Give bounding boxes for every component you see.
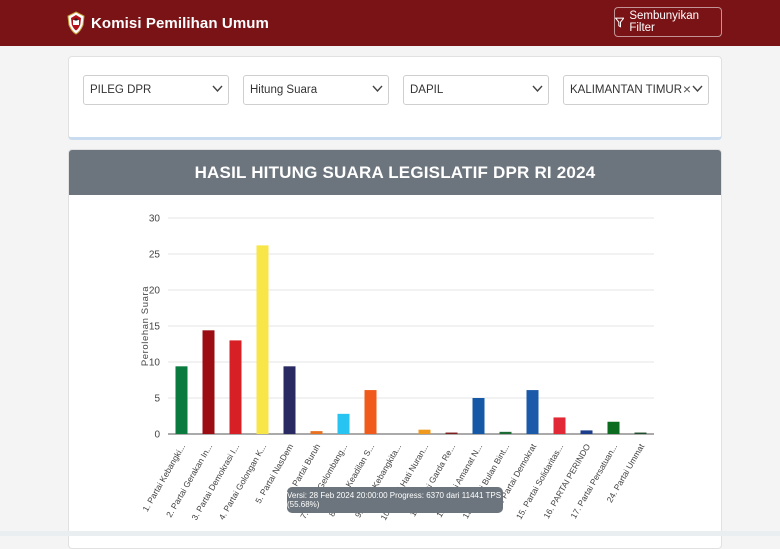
- election-type-value: PILEG DPR: [90, 84, 152, 96]
- region-level-value: DAPIL: [410, 84, 444, 96]
- chevron-down-icon: [212, 85, 223, 93]
- region-select[interactable]: KALIMANTAN TIMUR ×: [563, 75, 709, 105]
- bar: [337, 413, 350, 434]
- bar: [229, 340, 242, 434]
- bar: [526, 390, 539, 434]
- bar: [256, 245, 269, 434]
- chevron-down-icon: [692, 85, 703, 93]
- bar: [283, 366, 296, 434]
- bar: [175, 366, 188, 434]
- progress-tooltip: Versi: 28 Feb 2024 20:00:00 Progress: 63…: [287, 487, 503, 513]
- brand-name: Komisi Pemilihan Umum: [91, 14, 269, 32]
- mode-select[interactable]: Hitung Suara: [243, 75, 389, 105]
- brand[interactable]: Komisi Pemilihan Umum: [66, 11, 269, 35]
- x-tick-label: 15. Partai Solidaritas...: [514, 442, 565, 521]
- filter-panel: PILEG DPR Hitung Suara DAPIL KALIMANTAN …: [68, 56, 722, 140]
- bar: [418, 429, 431, 434]
- x-tick-label: 4. Partai Golongan K...: [217, 442, 269, 521]
- page-bottom-strip: [0, 531, 780, 536]
- y-tick-label: 30: [149, 214, 161, 225]
- bar: [499, 431, 512, 434]
- filter-icon: [615, 17, 625, 28]
- bar: [310, 431, 323, 434]
- bar: [472, 398, 485, 434]
- hide-filter-button[interactable]: Sembunyikan Filter: [614, 7, 722, 37]
- bar: [634, 432, 647, 434]
- mode-value: Hitung Suara: [250, 84, 318, 96]
- election-type-select[interactable]: PILEG DPR: [83, 75, 229, 105]
- bar: [607, 421, 620, 434]
- bar: [553, 417, 566, 434]
- kpu-logo-icon: [67, 11, 85, 35]
- region-level-select[interactable]: DAPIL: [403, 75, 549, 105]
- y-tick-label: 5: [154, 394, 160, 405]
- y-tick-label: 25: [149, 250, 161, 261]
- chevron-down-icon: [372, 85, 383, 93]
- y-axis-label: Perolehan Suara: [140, 286, 151, 366]
- bar: [445, 432, 458, 434]
- top-navbar: Komisi Pemilihan Umum Sembunyikan Filter: [0, 0, 780, 46]
- bar: [580, 430, 593, 434]
- chevron-down-icon: [532, 85, 543, 93]
- bar: [202, 330, 215, 434]
- region-value: KALIMANTAN TIMUR: [570, 84, 683, 96]
- y-tick-label: 0: [154, 430, 160, 441]
- x-tick-label: 3. Partai Demokrasi I...: [189, 442, 241, 522]
- bar: [364, 390, 377, 434]
- hide-filter-label: Sembunyikan Filter: [629, 10, 699, 34]
- clear-icon[interactable]: ×: [683, 81, 691, 97]
